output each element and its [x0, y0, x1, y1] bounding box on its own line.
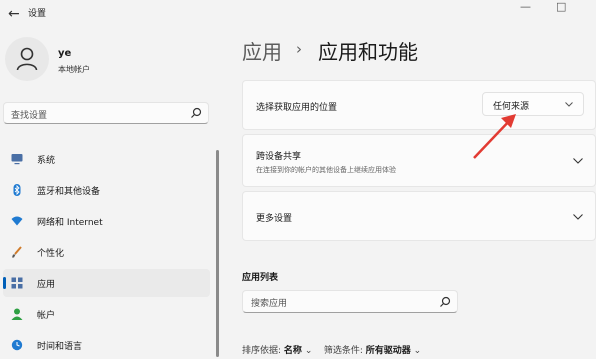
- breadcrumb-separator: ›: [296, 40, 302, 58]
- filter-value: 所有驱动器: [365, 346, 411, 356]
- sidebar-item-bluetooth[interactable]: 蓝牙和其他设备: [3, 176, 210, 204]
- filter-dropdown[interactable]: 筛选条件: 所有驱动器 ⌄: [324, 346, 421, 356]
- sidebar-item-personalization[interactable]: 个性化: [3, 238, 210, 266]
- sort-label: 排序依据:: [242, 346, 282, 356]
- settings-search-input[interactable]: 查找设置: [3, 102, 209, 124]
- account-type: 本地帐户: [58, 65, 90, 74]
- chevron-down-icon: [565, 102, 573, 107]
- wifi-icon: [11, 216, 23, 226]
- chevron-down-icon: [573, 214, 583, 220]
- brush-icon: [12, 246, 22, 258]
- sort-filter-bar: 排序依据: 名称 ⌄ 筛选条件: 所有驱动器 ⌄: [242, 343, 421, 356]
- annotation-arrow-icon: [473, 114, 516, 159]
- search-icon: [440, 296, 451, 307]
- search-placeholder: 查找设置: [11, 111, 48, 121]
- sidebar-item-label: 系统: [37, 156, 56, 166]
- user-name: ye: [58, 48, 72, 59]
- sidebar-item-label: 时间和语言: [37, 342, 83, 352]
- person-icon: [16, 47, 38, 71]
- chevron-down-icon: [573, 158, 583, 164]
- sidebar-item-time-language[interactable]: 时间和语言: [3, 331, 210, 359]
- app-search-placeholder: 搜索应用: [251, 299, 288, 309]
- avatar[interactable]: [5, 37, 49, 81]
- sidebar-item-label: 个性化: [37, 249, 65, 259]
- sidebar-item-system[interactable]: 系统: [3, 145, 210, 173]
- chevron-down-icon: ⌄: [413, 346, 422, 356]
- sidebar-item-label: 应用: [37, 280, 56, 290]
- sidebar-item-apps[interactable]: 应用: [3, 269, 210, 297]
- window-title: 设置: [28, 9, 47, 19]
- more-settings-title: 更多设置: [256, 214, 293, 224]
- back-button[interactable]: ←: [8, 6, 20, 22]
- install-source-label: 选择获取应用的位置: [256, 103, 338, 113]
- sidebar-item-accounts[interactable]: 帐户: [3, 300, 210, 328]
- globe-clock-icon: [11, 339, 23, 351]
- sidebar-item-label: 蓝牙和其他设备: [37, 187, 101, 197]
- apps-icon: [11, 277, 23, 289]
- sidebar-item-label: 帐户: [37, 311, 56, 321]
- page-title: 应用和功能: [318, 40, 418, 64]
- sidebar-item-network[interactable]: 网络和 Internet: [3, 207, 210, 235]
- app-list-heading: 应用列表: [242, 273, 279, 283]
- share-title: 跨设备共享: [256, 152, 302, 162]
- maximize-button[interactable]: □: [556, 0, 566, 13]
- breadcrumb-parent[interactable]: 应用: [242, 36, 282, 65]
- app-search-input[interactable]: 搜索应用: [242, 290, 458, 313]
- more-settings-card[interactable]: 更多设置: [242, 191, 596, 241]
- minimize-button[interactable]: —: [520, 0, 531, 13]
- active-indicator: [3, 277, 6, 289]
- sidebar-scrollbar[interactable]: [216, 150, 219, 357]
- share-subtitle: 在连接到你的帐户的其他设备上继续应用体验: [256, 166, 396, 174]
- filter-label: 筛选条件:: [323, 346, 363, 356]
- sort-dropdown[interactable]: 排序依据: 名称 ⌄: [242, 346, 312, 356]
- bluetooth-icon: [13, 184, 21, 196]
- sort-value: 名称: [283, 346, 302, 356]
- sidebar-item-label: 网络和 Internet: [37, 218, 103, 228]
- search-icon: [191, 107, 202, 118]
- share-across-devices-card[interactable]: 跨设备共享 在连接到你的帐户的其他设备上继续应用体验: [242, 134, 596, 187]
- monitor-icon: [11, 154, 23, 165]
- chevron-down-icon: ⌄: [304, 346, 313, 356]
- person-icon: [11, 308, 23, 320]
